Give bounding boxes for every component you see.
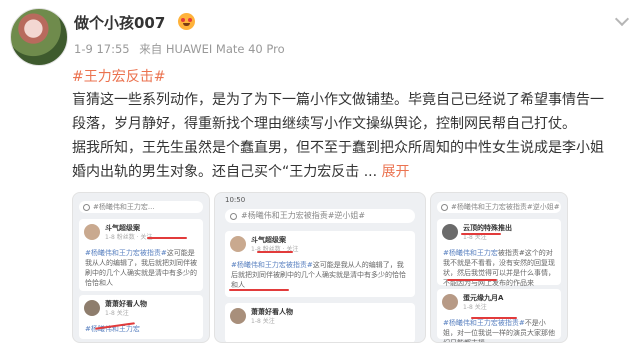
post-body: 盲猜这一些系列动作，是为了为下一篇小作文做铺垫。毕竟自己已经说了希望事情告一 段…: [72, 88, 632, 184]
ellipsis: ...: [359, 164, 382, 180]
comment-avatar: [230, 236, 246, 252]
post-line: 婚内出轨的男生对象。还自己买个“王力宏反击 ... 展开: [72, 160, 632, 184]
comment-card: 萧萧好看人物 1-8 关注: [225, 303, 415, 342]
comment-sub: 1-8 关注: [463, 304, 487, 311]
comment-author: 萧萧好看人物: [105, 300, 147, 308]
red-underline: [229, 289, 289, 291]
post-meta: 1-9 17:55 来自 HUAWEI Mate 40 Pro: [74, 41, 291, 57]
red-underline: [447, 279, 497, 281]
comment-author: 斗气超级案: [105, 224, 140, 232]
comment-avatar: [84, 224, 100, 240]
chevron-down-icon[interactable]: [614, 11, 630, 27]
comment-sub: 1-8 关注: [105, 310, 129, 317]
comment-tag: #杨曦伟和王力宏: [443, 249, 498, 257]
search-bar: #杨曦伟和王力宏...: [79, 201, 203, 213]
comment-tag: #杨曦伟和王力宏被指责#: [443, 319, 525, 327]
emoji-badge-icon: [178, 13, 195, 30]
comment-text: #杨曦伟和王力宏被指责#这个的对我不就是不看看，没有安然的回复现状，然后我觉得可…: [443, 248, 556, 288]
comment-avatar: [442, 224, 458, 240]
post-line: 据我所知，王先生虽然是个蠢直男，但不至于蠢到把众所周知的中性女生说成是李小姐: [72, 140, 604, 156]
comment-avatar: [442, 294, 458, 310]
username[interactable]: 做个小孩007: [74, 12, 165, 33]
comment-text: #杨曦伟和王力宏被指责#这可能是我从人的编辑了，我后就把刘同伴被刷中的几个人确实…: [85, 248, 198, 288]
red-underline: [461, 233, 501, 235]
comment-author: 斗气超级案: [251, 236, 286, 244]
comment-sub: 1-8 关注: [251, 318, 275, 325]
expand-link[interactable]: 展开: [382, 164, 410, 180]
post-line: 段落，岁月静好，得重新找个理由继续写小作文操纵舆论，控制网民帮自己打仗。: [72, 116, 576, 132]
comment-avatar: [230, 308, 246, 324]
post-image-3[interactable]: #杨曦伟和王力宏被指责#逆小姐# 云顶的特殊推出 1-8 关注 #杨曦伟和王力宏…: [430, 192, 568, 343]
comment-text: #杨曦伟和王力宏: [85, 324, 198, 334]
comment-author: 蛋元缘九月A: [463, 294, 504, 302]
comment-card: 斗气超级案 1-8 粉丝数 · 关注 #杨曦伟和王力宏被指责#这可能是我从人的编…: [79, 219, 203, 291]
post-source: 来自 HUAWEI Mate 40 Pro: [139, 42, 285, 56]
comment-card: 蛋元缘九月A 1-8 关注 #杨曦伟和王力宏被指责#不是小姐，对一位我说一样的演…: [437, 289, 561, 342]
comment-avatar: [84, 300, 100, 316]
post-line-text: 婚内出轨的男生对象。还自己买个“王力宏反击: [72, 164, 360, 180]
avatar[interactable]: [10, 8, 68, 66]
red-underline: [257, 251, 293, 253]
comment-author: 萧萧好看人物: [251, 308, 293, 316]
comment-card: 斗气超级案 1-8 粉丝数 · 关注 #杨曦伟和王力宏被指责#这可能是我从人的编…: [225, 231, 415, 297]
comment-tag: #杨曦伟和王力宏被指责#: [85, 249, 167, 257]
post-image-2[interactable]: 10:50 #杨曦伟和王力宏被指责#逆小姐# 斗气超级案 1-8 粉丝数 · 关…: [214, 192, 426, 343]
post-timestamp: 1-9 17:55: [74, 42, 130, 56]
phone-status-time: 10:50: [225, 196, 246, 204]
comment-sub: 1-8 粉丝数 · 关注: [251, 246, 299, 253]
comment-text: #杨曦伟和王力宏被指责#这可能是我从人的编辑了，我后就把刘同伴被刷中的几个人确实…: [231, 260, 410, 290]
search-bar: #杨曦伟和王力宏被指责#逆小姐#: [225, 209, 415, 223]
comment-card: 萧萧好看人物 1-8 关注 #杨曦伟和王力宏: [79, 295, 203, 339]
post-line: 盲猜这一些系列动作，是为了为下一篇小作文做铺垫。毕竟自己已经说了希望事情告一: [72, 92, 604, 108]
red-underline: [147, 237, 187, 239]
comment-card: 云顶的特殊推出 1-8 关注 #杨曦伟和王力宏被指责#这个的对我不就是不看看，没…: [437, 219, 561, 288]
hashtag-link[interactable]: #王力宏反击#: [72, 66, 165, 86]
search-bar: #杨曦伟和王力宏被指责#逆小姐#: [437, 201, 561, 213]
red-underline: [471, 317, 517, 319]
post-image-1[interactable]: #杨曦伟和王力宏... 斗气超级案 1-8 粉丝数 · 关注 #杨曦伟和王力宏被…: [72, 192, 210, 343]
comment-tag: #杨曦伟和王力宏被指责#: [231, 261, 313, 269]
comment-text: #杨曦伟和王力宏被指责#不是小姐，对一位我说一样的演员大家那他们只能都支援: [443, 318, 556, 342]
comment-author: 云顶的特殊推出: [463, 224, 512, 232]
